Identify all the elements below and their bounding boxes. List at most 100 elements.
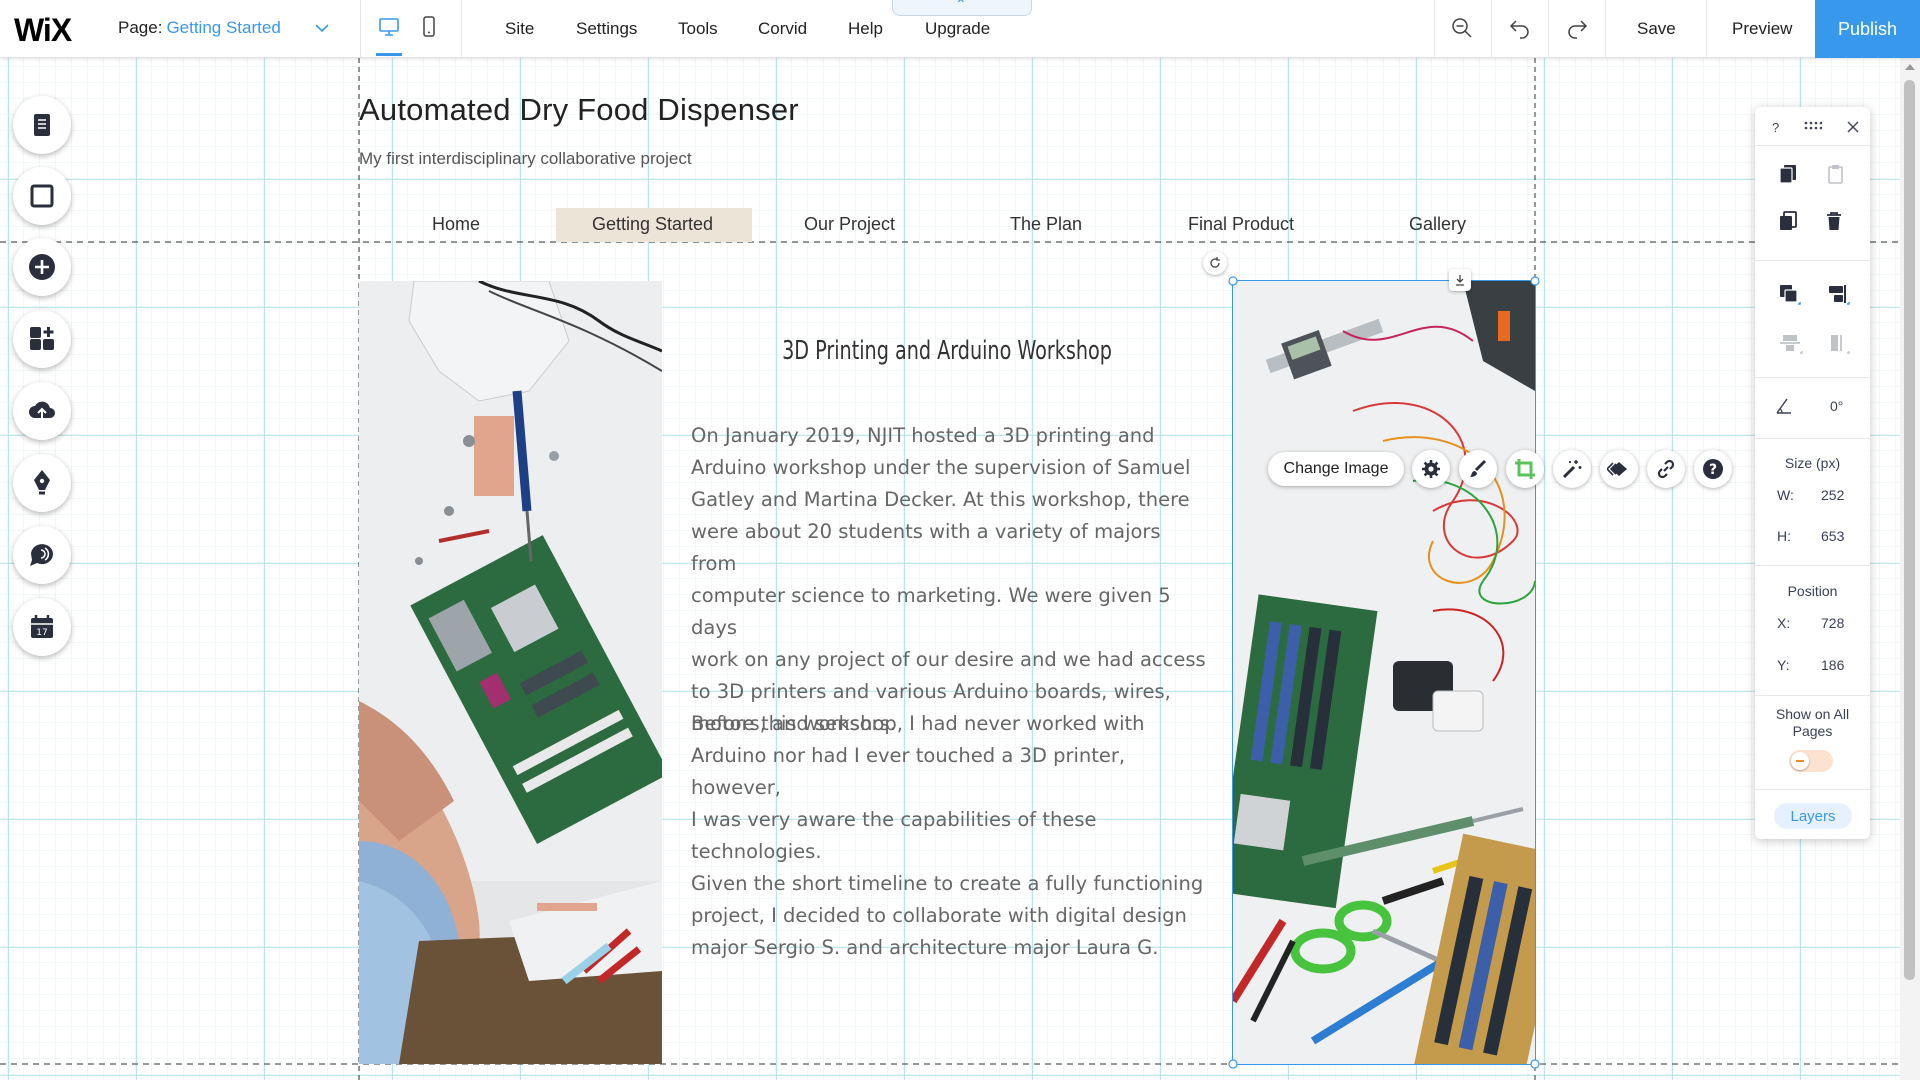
y-input[interactable]: 186 — [1821, 657, 1844, 673]
bookings-button[interactable]: 17 — [13, 598, 71, 656]
site-subtitle[interactable]: My first interdisciplinary collaborative… — [359, 149, 692, 169]
menu-tools[interactable]: Tools — [678, 19, 718, 39]
y-label: Y: — [1777, 657, 1790, 673]
animation-button[interactable] — [1600, 450, 1638, 488]
rotate-angle-icon — [1776, 398, 1791, 414]
settings-button[interactable] — [1412, 450, 1450, 488]
publish-button[interactable]: Publish — [1815, 0, 1920, 58]
match-size-icon — [1831, 335, 1850, 354]
background-button[interactable] — [13, 167, 71, 225]
divider — [360, 0, 361, 58]
align-icon[interactable] — [1826, 284, 1850, 306]
pen-nib-icon — [34, 470, 50, 495]
article-title[interactable]: 3D Printing and Arduino Workshop — [736, 336, 1157, 366]
rotate-handle[interactable] — [1203, 251, 1227, 275]
crop-button[interactable] — [1506, 450, 1544, 488]
apps-icon — [30, 327, 54, 350]
page-selector[interactable]: Page: Getting Started — [118, 18, 329, 38]
menu-upgrade[interactable]: Upgrade — [925, 19, 990, 39]
text-line: computer science to marketing. We were g… — [691, 584, 1171, 639]
undo-icon[interactable] — [1508, 16, 1532, 40]
editor-top-bar: WiX Page: Getting Started Site Settings … — [0, 0, 1920, 58]
animation-icon — [1607, 462, 1627, 476]
collapse-topbar-tab[interactable]: ⌃ — [892, 0, 1032, 16]
close-icon[interactable] — [1847, 121, 1859, 133]
help-icon: ? — [1703, 459, 1723, 479]
nav-item-getting-started[interactable]: Getting Started — [592, 214, 713, 235]
calendar-icon: 17 — [31, 615, 53, 638]
menu-help[interactable]: Help — [848, 19, 883, 39]
svg-text:?: ? — [1709, 462, 1717, 478]
menu-site[interactable]: Site — [505, 19, 534, 39]
selection-handles — [1228, 276, 1540, 1069]
layers-button[interactable]: Layers — [1774, 803, 1852, 829]
height-input[interactable]: 653 — [1821, 528, 1844, 544]
article-paragraph-1: On January 2019, NJIT hosted a 3D printi… — [691, 420, 1211, 740]
zoom-out-icon[interactable] — [1450, 16, 1474, 40]
drag-handle-icon[interactable] — [1804, 121, 1822, 131]
show-on-all-pages-toggle[interactable] — [1789, 750, 1833, 772]
height-label: H: — [1777, 528, 1791, 544]
rotation-value[interactable]: 0° — [1830, 398, 1843, 414]
position-label: Position — [1787, 583, 1838, 599]
help-button[interactable]: ? — [1694, 450, 1732, 488]
save-button[interactable]: Save — [1637, 19, 1676, 39]
preview-button[interactable]: Preview — [1732, 19, 1792, 39]
distribute-icon — [1780, 335, 1803, 354]
plus-icon — [29, 254, 55, 280]
article-paragraph-2: Before this workshop, I had never worked… — [691, 708, 1211, 868]
site-title[interactable]: Automated Dry Food Dispenser — [359, 92, 799, 128]
filters-button[interactable] — [1553, 450, 1591, 488]
wix-logo[interactable]: WiX — [14, 12, 72, 49]
download-arrow-icon — [1456, 275, 1464, 286]
divider — [1491, 0, 1492, 58]
divider — [1605, 0, 1606, 58]
text-line: Given the short timeline to create a ful… — [691, 872, 1204, 895]
text-line: project, I decided to collaborate with d… — [691, 904, 1187, 927]
media-upload-button[interactable] — [13, 382, 71, 440]
pages-menu-button[interactable] — [13, 96, 71, 154]
change-image-button[interactable]: Change Image — [1268, 452, 1404, 486]
chevron-up-icon: ⌃ — [955, 0, 967, 12]
article-paragraph-3: Given the short timeline to create a ful… — [691, 868, 1211, 964]
magic-wand-icon — [1562, 460, 1582, 479]
panel-help-link[interactable]: ? — [1772, 120, 1779, 135]
mobile-view-icon[interactable] — [422, 16, 436, 38]
nav-item-gallery[interactable]: Gallery — [1409, 214, 1466, 235]
arrange-bring-forward-icon[interactable] — [1779, 284, 1801, 306]
divider — [1434, 0, 1435, 58]
copy-icon[interactable] — [1779, 164, 1797, 184]
redo-icon[interactable] — [1565, 16, 1589, 40]
duplicate-icon[interactable] — [1779, 211, 1797, 231]
scrollbar-thumb[interactable] — [1904, 80, 1915, 980]
show-on-all-pages-label: Show on All — [1775, 706, 1850, 722]
add-apps-button[interactable] — [13, 310, 71, 368]
workshop-photo-left[interactable] — [359, 281, 662, 1064]
x-input[interactable]: 728 — [1821, 615, 1844, 631]
delete-trash-icon[interactable] — [1826, 211, 1842, 231]
add-button[interactable] — [13, 238, 71, 296]
nav-item-the-plan[interactable]: The Plan — [1010, 214, 1082, 235]
width-label: W: — [1777, 487, 1794, 503]
stretch-handle[interactable] — [1449, 269, 1471, 291]
divider — [1548, 0, 1549, 58]
menu-corvid[interactable]: Corvid — [758, 19, 807, 39]
menu-settings[interactable]: Settings — [576, 19, 637, 39]
desktop-view-indicator — [376, 53, 402, 56]
scroll-up-arrow[interactable] — [1905, 64, 1915, 70]
canvas-scrollbar[interactable] — [1900, 58, 1920, 1080]
width-input[interactable]: 252 — [1821, 487, 1844, 503]
desktop-view-icon[interactable] — [378, 16, 400, 38]
design-button[interactable] — [1459, 450, 1497, 488]
link-button[interactable] — [1647, 450, 1685, 488]
nav-item-home[interactable]: Home — [432, 214, 480, 235]
nav-item-our-project[interactable]: Our Project — [804, 214, 895, 235]
chat-button[interactable] — [13, 526, 71, 584]
text-line: work on any project of our desire and we… — [691, 648, 1206, 671]
text-line: technologies. — [691, 840, 822, 863]
text-line: On January 2019, NJIT hosted a 3D printi… — [691, 424, 1155, 447]
text-line: Arduino workshop under the supervision o… — [691, 456, 1191, 479]
text-line: Gatley and Martina Decker. At this works… — [691, 488, 1190, 511]
nav-item-final-product[interactable]: Final Product — [1188, 214, 1294, 235]
blog-button[interactable] — [13, 454, 71, 512]
